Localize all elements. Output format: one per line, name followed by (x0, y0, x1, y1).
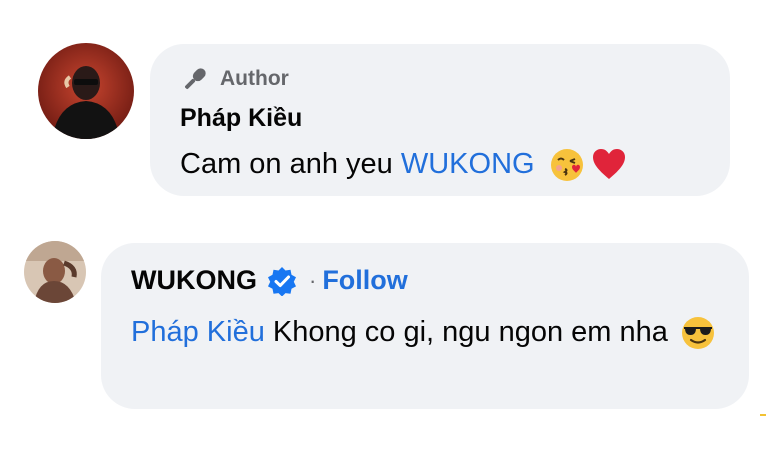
comment-bubble: WUKONG · Follow Pháp Kiều Khong co gi, n… (101, 243, 749, 409)
commenter-name[interactable]: Pháp Kiều (180, 104, 302, 133)
avatar-phap-kieu[interactable] (38, 43, 134, 139)
comment-bubble: Author Pháp Kiều Cam on anh yeu WUKONG (150, 44, 730, 196)
sunglasses-emoji (681, 317, 714, 350)
comment-text: Cam on anh yeu WUKONG (180, 146, 627, 183)
mention-link[interactable]: WUKONG (401, 148, 535, 180)
red-heart-emoji (592, 149, 625, 180)
decorative-mark (760, 414, 766, 416)
author-badge-label: Author (220, 67, 289, 90)
commenter-name[interactable]: WUKONG (131, 265, 257, 296)
comment-header: WUKONG · Follow (131, 265, 408, 296)
verified-badge-icon (267, 266, 296, 296)
follow-button[interactable]: Follow (322, 265, 407, 296)
avatar-image (24, 241, 86, 303)
comment-text-body: Khong co gi, ngu ngon em nha (264, 316, 668, 348)
author-badge: Author (180, 64, 289, 94)
avatar-wukong[interactable] (24, 241, 86, 303)
avatar-image (38, 43, 134, 139)
microphone-icon (185, 68, 206, 89)
separator-dot: · (308, 267, 317, 293)
comment-text-prefix: Cam on anh yeu (180, 148, 401, 180)
comment-text: Pháp Kiều Khong co gi, ngu ngon em nha (131, 309, 731, 355)
kissing-heart-emoji (550, 149, 583, 182)
mention-link[interactable]: Pháp Kiều (131, 316, 265, 348)
